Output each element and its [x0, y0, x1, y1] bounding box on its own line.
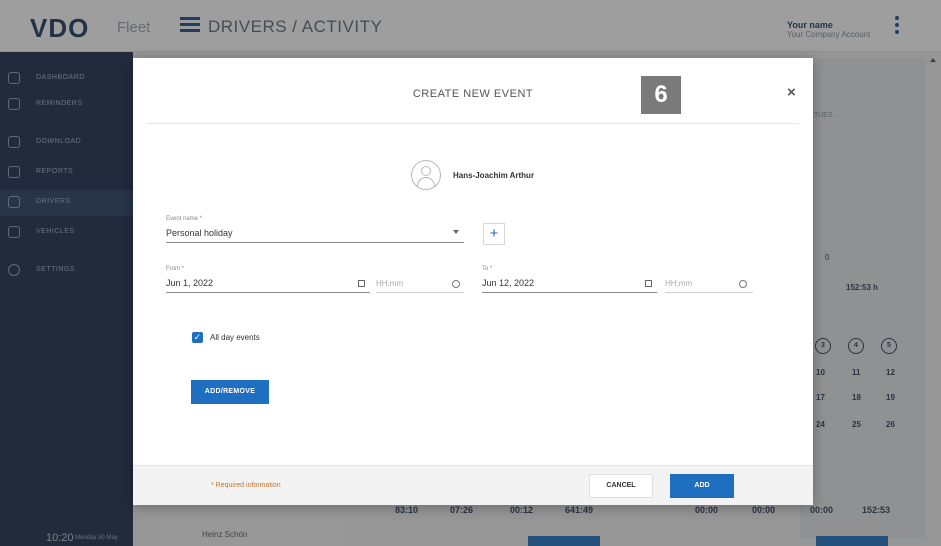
driver-name: Hans-Joachim Arthur: [453, 171, 535, 180]
calendar-icon[interactable]: [645, 280, 652, 287]
from-date-input[interactable]: Jun 1, 2022: [166, 278, 213, 288]
from-date-underline: [166, 292, 370, 293]
from-time-input[interactable]: HH:mm: [376, 279, 403, 288]
to-time-input[interactable]: HH:mm: [665, 279, 692, 288]
all-day-checkbox[interactable]: ✓: [192, 332, 203, 343]
event-name-select[interactable]: Personal holiday: [166, 228, 233, 238]
event-name-underline: [166, 242, 464, 243]
chevron-down-icon[interactable]: [453, 230, 459, 234]
avatar: [411, 160, 441, 190]
from-label: From *: [166, 266, 184, 272]
close-icon[interactable]: ×: [787, 84, 796, 101]
step-number-badge: 6: [641, 76, 681, 114]
create-event-dialog: CREATE NEW EVENT 6 × Hans-Joachim Arthur…: [133, 58, 813, 505]
event-name-label: Event name *: [166, 216, 203, 222]
clock-icon[interactable]: [452, 280, 460, 288]
add-remove-button[interactable]: ADD/REMOVE: [191, 380, 269, 404]
dialog-footer: * Required information CANCEL ADD: [133, 465, 813, 505]
clock-icon[interactable]: [739, 280, 747, 288]
from-time-underline: [376, 292, 464, 293]
to-time-underline: [665, 292, 753, 293]
to-date-input[interactable]: Jun 12, 2022: [482, 278, 534, 288]
to-date-underline: [482, 292, 657, 293]
required-info-note: * Required information: [211, 482, 281, 489]
cancel-button[interactable]: CANCEL: [589, 474, 653, 498]
divider: [147, 123, 799, 124]
calendar-icon[interactable]: [358, 280, 365, 287]
add-event-type-button[interactable]: +: [483, 223, 505, 245]
dialog-title: CREATE NEW EVENT: [412, 88, 534, 100]
to-label: To *: [482, 266, 493, 272]
all-day-label[interactable]: All day events: [210, 333, 260, 342]
add-button[interactable]: ADD: [670, 474, 734, 498]
